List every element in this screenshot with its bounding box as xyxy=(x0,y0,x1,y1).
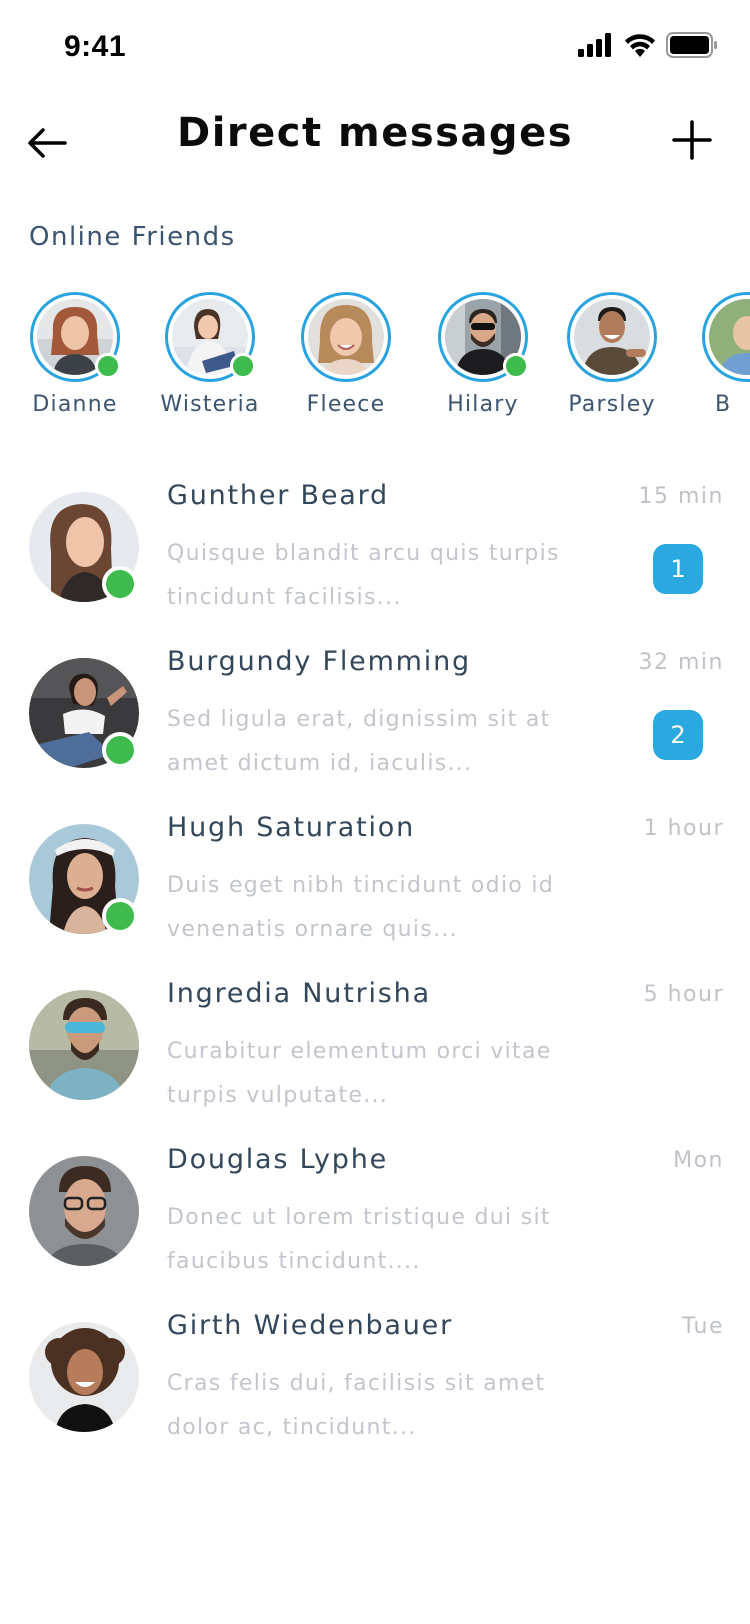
avatar xyxy=(29,1156,139,1266)
message-preview: Duis eget nibh tincidunt odio id venenat… xyxy=(167,873,555,942)
conversation-item[interactable]: Burgundy Flemming 32 min Sed ligula erat… xyxy=(0,636,750,786)
friend-name: Wisteria xyxy=(160,392,260,417)
message-preview: Curabitur elementum orci vitae turpis vu… xyxy=(167,1039,552,1108)
friend-name: Fleece xyxy=(306,392,386,417)
online-indicator xyxy=(102,732,138,768)
contact-name: Hugh Saturation xyxy=(167,812,415,843)
status-icons xyxy=(578,32,718,58)
avatar xyxy=(29,990,139,1100)
header: Direct messages xyxy=(0,96,750,196)
friend-avatar-ring xyxy=(165,292,256,382)
online-indicator xyxy=(230,353,256,379)
online-indicator xyxy=(102,898,138,934)
online-indicator xyxy=(102,566,138,602)
conversation-item[interactable]: Girth Wiedenbauer Tue Cras felis dui, fa… xyxy=(0,1300,750,1450)
contact-name: Douglas Lyphe xyxy=(167,1144,389,1175)
avatar xyxy=(574,299,650,375)
friend-avatar-ring xyxy=(30,292,121,382)
contact-name: Girth Wiedenbauer xyxy=(167,1310,453,1341)
message-preview: Sed ligula erat, dignissim sit at amet d… xyxy=(167,707,551,776)
conversation-item[interactable]: Gunther Beard 15 min Quisque blandit arc… xyxy=(0,470,750,620)
message-time: Mon xyxy=(673,1148,724,1173)
online-friends-title: Online Friends xyxy=(29,222,236,252)
friend-avatar-ring xyxy=(702,292,750,382)
friend-name: Parsley xyxy=(568,392,656,417)
friend-avatar-ring xyxy=(301,292,391,382)
battery-icon xyxy=(666,32,718,58)
contact-name: Ingredia Nutrisha xyxy=(167,978,431,1009)
online-friend[interactable]: Fleece xyxy=(284,292,408,417)
friend-name: Hilary xyxy=(447,392,519,417)
online-friend[interactable]: Hilary xyxy=(421,292,545,417)
avatar xyxy=(709,299,750,375)
message-time: Tue xyxy=(681,1314,724,1339)
friend-name: Dianne xyxy=(32,392,118,417)
conversation-item[interactable]: Ingredia Nutrisha 5 hour Curabitur eleme… xyxy=(0,968,750,1118)
message-time: 1 hour xyxy=(643,816,724,841)
unread-badge: 1 xyxy=(653,544,703,594)
page-title: Direct messages xyxy=(176,110,573,156)
online-friend[interactable]: B xyxy=(685,292,750,417)
avatar xyxy=(29,1322,139,1432)
conversation-item[interactable]: Hugh Saturation 1 hour Duis eget nibh ti… xyxy=(0,802,750,952)
online-indicator xyxy=(503,353,529,379)
message-preview: Cras felis dui, facilisis sit amet dolor… xyxy=(167,1371,546,1440)
plus-icon xyxy=(672,120,712,160)
conversation-item[interactable]: Douglas Lyphe Mon Donec ut lorem tristiq… xyxy=(0,1134,750,1284)
cellular-signal-icon xyxy=(578,33,614,57)
friend-avatar-ring xyxy=(567,292,657,382)
online-friend[interactable]: Wisteria xyxy=(148,292,272,417)
status-time: 9:41 xyxy=(64,30,127,63)
status-bar: 9:41 xyxy=(0,0,750,96)
message-time: 5 hour xyxy=(643,982,724,1007)
new-message-button[interactable] xyxy=(664,112,720,168)
friend-avatar-ring xyxy=(438,292,529,382)
message-time: 32 min xyxy=(638,650,724,675)
unread-badge: 2 xyxy=(653,710,703,760)
message-time: 15 min xyxy=(638,484,724,509)
online-indicator xyxy=(95,353,121,379)
online-friend[interactable]: Dianne xyxy=(13,292,137,417)
avatar xyxy=(308,299,384,375)
friend-name: B xyxy=(715,392,732,417)
contact-name: Burgundy Flemming xyxy=(167,646,471,677)
wifi-icon xyxy=(624,33,656,57)
contact-name: Gunther Beard xyxy=(167,480,389,511)
online-friends-list[interactable]: Dianne Wisteria Fleece Hilary Parsley B xyxy=(0,292,750,422)
message-preview: Donec ut lorem tristique dui sit faucibu… xyxy=(167,1205,551,1274)
message-preview: Quisque blandit arcu quis turpis tincidu… xyxy=(167,541,560,610)
online-friend[interactable]: Parsley xyxy=(550,292,674,417)
